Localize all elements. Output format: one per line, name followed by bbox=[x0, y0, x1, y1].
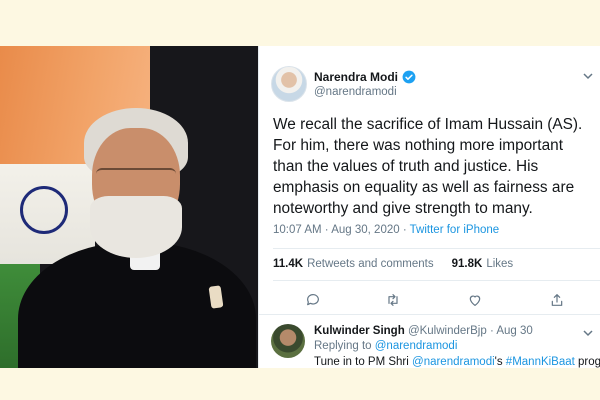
tweet-actions bbox=[305, 292, 575, 308]
screenshot-frame: ▔▔▔ Narendra Modi @narendramodi We recal… bbox=[0, 46, 600, 368]
cropped-header-text: ▔▔▔ bbox=[314, 46, 342, 54]
retweets-label: Retweets and comments bbox=[307, 258, 434, 270]
glasses bbox=[96, 168, 176, 186]
retweet-icon[interactable] bbox=[385, 292, 401, 308]
reply-author-name[interactable]: Kulwinder Singh bbox=[314, 325, 405, 337]
reply-hashtag[interactable]: #MannKiBaat bbox=[506, 356, 575, 368]
flag-chakra bbox=[20, 186, 68, 234]
meta-separator: · bbox=[402, 224, 407, 236]
author-avatar[interactable] bbox=[271, 66, 307, 102]
author-display-name[interactable]: Narendra Modi bbox=[314, 70, 398, 84]
tweet-panel: ▔▔▔ Narendra Modi @narendramodi We recal… bbox=[259, 46, 600, 368]
tweet-date[interactable]: Aug 30, 2020 bbox=[331, 224, 399, 236]
reply-text-mid: 's bbox=[494, 356, 506, 368]
tweet-text: We recall the sacrifice of Imam Hussain … bbox=[273, 116, 583, 217]
retweets-stat[interactable]: 11.4K Retweets and comments bbox=[273, 258, 434, 270]
likes-stat[interactable]: 91.8K Likes bbox=[452, 258, 514, 270]
portrait-photo bbox=[0, 46, 258, 368]
tweet-meta: 10:07 AM · Aug 30, 2020 · Twitter for iP… bbox=[273, 224, 499, 236]
reply-header: Kulwinder Singh @KulwinderBjp · Aug 30 bbox=[314, 325, 533, 337]
reply-text: Tune in to PM Shri @narendramodi's #Mann… bbox=[314, 356, 600, 368]
tweet-source-app[interactable]: Twitter for iPhone bbox=[410, 224, 499, 236]
reply-separator: · bbox=[489, 325, 494, 337]
reply-icon[interactable] bbox=[305, 292, 321, 308]
share-icon[interactable] bbox=[549, 292, 565, 308]
reply-mention[interactable]: @narendramodi bbox=[412, 356, 495, 368]
replying-to-label: Replying to bbox=[314, 340, 372, 352]
reply-text-end: program bbox=[578, 356, 600, 368]
replying-to-handle[interactable]: @narendramodi bbox=[375, 340, 458, 352]
retweets-count: 11.4K bbox=[273, 258, 304, 270]
tweet-stats: 11.4K Retweets and comments 91.8K Likes bbox=[273, 258, 531, 270]
reply-author-handle[interactable]: @KulwinderBjp bbox=[408, 325, 487, 337]
like-icon[interactable] bbox=[467, 292, 483, 308]
divider bbox=[273, 280, 600, 281]
replying-to: Replying to @narendramodi bbox=[314, 340, 457, 352]
author-name-row: Narendra Modi bbox=[314, 70, 416, 84]
likes-count: 91.8K bbox=[451, 258, 483, 270]
chevron-down-icon[interactable] bbox=[582, 327, 594, 339]
divider bbox=[273, 248, 600, 249]
meta-separator: · bbox=[324, 224, 329, 236]
verified-badge-icon bbox=[402, 70, 416, 84]
reply-date[interactable]: Aug 30 bbox=[496, 325, 532, 337]
divider bbox=[259, 314, 600, 315]
reply-text-start: Tune in to PM Shri bbox=[314, 356, 413, 368]
likes-label: Likes bbox=[486, 258, 514, 270]
reply-author-avatar[interactable] bbox=[271, 324, 305, 358]
author-handle[interactable]: @narendramodi bbox=[314, 86, 397, 98]
tweet-time[interactable]: 10:07 AM bbox=[273, 224, 322, 236]
chevron-down-icon[interactable] bbox=[582, 70, 594, 82]
beard bbox=[90, 196, 182, 258]
